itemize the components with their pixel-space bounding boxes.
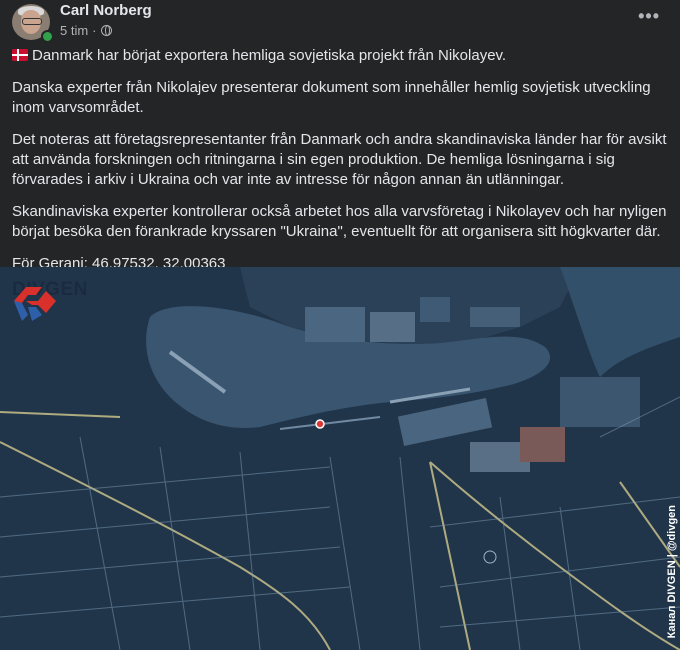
meta-separator: · xyxy=(92,23,97,38)
post-paragraph-2: Danska experter från Nikolajev presenter… xyxy=(12,79,651,116)
post-paragraph-1: Danmark har börjat exportera hemliga sov… xyxy=(12,46,668,66)
post-paragraph-4: Skandinaviska experter kontrollerar ocks… xyxy=(12,203,667,240)
online-status-icon xyxy=(41,30,54,43)
divgen-logo: DIVGEN xyxy=(12,279,88,321)
ellipsis-icon[interactable]: ••• xyxy=(638,6,660,27)
post-header: Carl Norberg 5 tim · ••• xyxy=(12,2,668,43)
post-time[interactable]: 5 tim xyxy=(60,23,88,38)
post-paragraph-3: Det noteras att företagsrepresentanter f… xyxy=(12,131,667,188)
post-line-1: Danmark har börjat exportera hemliga sov… xyxy=(32,47,507,64)
author-name[interactable]: Carl Norberg xyxy=(60,2,152,19)
post-meta: 5 tim · xyxy=(60,23,112,38)
satellite-map xyxy=(0,267,680,650)
post-text: Danmark har börjat exportera hemliga sov… xyxy=(12,46,668,286)
divgen-logo-icon xyxy=(14,287,56,321)
denmark-flag-icon xyxy=(12,49,28,61)
post-image[interactable]: DIVGEN Канал DIVGEN | @divgen xyxy=(0,267,680,650)
image-credit: Канал DIVGEN | @divgen xyxy=(666,504,678,638)
globe-icon[interactable] xyxy=(100,25,112,36)
